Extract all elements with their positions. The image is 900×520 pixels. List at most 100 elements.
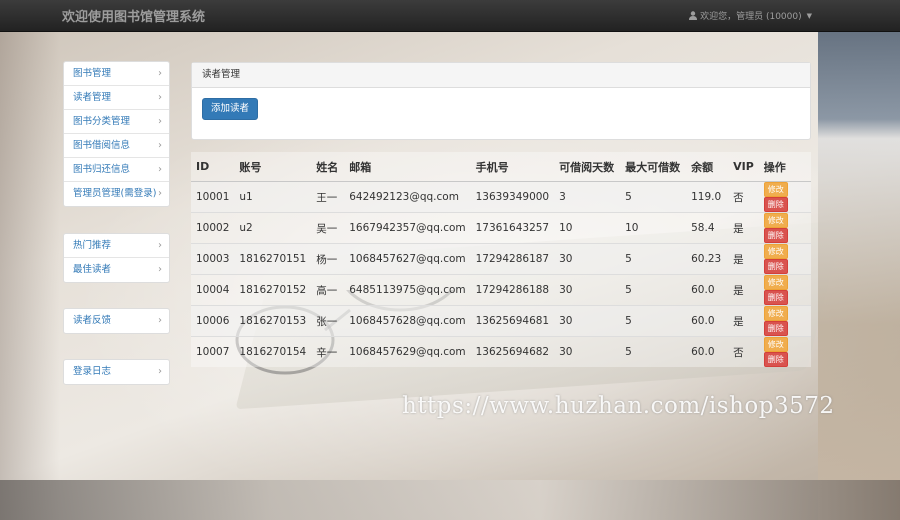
- delete-button[interactable]: 删除: [763, 352, 788, 367]
- edit-button[interactable]: 修改: [763, 213, 788, 228]
- reader-table: ID 账号 姓名 邮箱 手机号 可借阅天数 最大可借数 余额 VIP 操作 10…: [191, 152, 811, 367]
- cell-vip: 否: [728, 181, 759, 213]
- user-menu-label: 欢迎您，管理员 (10000): [700, 12, 802, 22]
- sidebar-item-book-management[interactable]: 图书管理 ›: [64, 62, 169, 86]
- sidebar-group-log: 登录日志 ›: [63, 359, 170, 385]
- cell-actions: 修改删除: [758, 305, 811, 337]
- chevron-right-icon: ›: [158, 116, 162, 127]
- cell-actions: 修改删除: [758, 181, 811, 213]
- cell-balance: 60.23: [686, 243, 729, 275]
- cell-actions: 修改删除: [758, 336, 811, 367]
- sidebar-item-label: 最佳读者: [73, 264, 112, 275]
- sidebar-group-feedback: 读者反馈 ›: [63, 308, 170, 334]
- chevron-right-icon: ›: [158, 164, 162, 175]
- cell-phone: 17294286188: [470, 274, 555, 306]
- column-header-max: 最大可借数: [620, 152, 687, 182]
- cell-account: u2: [234, 212, 312, 244]
- cell-email: 1068457627@qq.com: [344, 243, 471, 275]
- sidebar-item-hot-recommend[interactable]: 热门推荐 ›: [64, 234, 169, 258]
- table-row: 10003 1816270151 杨一 1068457627@qq.com 172942…: [191, 243, 811, 275]
- sidebar-item-category-management[interactable]: 图书分类管理 ›: [64, 110, 169, 134]
- sidebar-item-admin-management[interactable]: 管理员管理(需登录) ›: [64, 182, 169, 206]
- table-row: 10004 1816270152 高一 6485113975@qq.com 172942…: [191, 274, 811, 306]
- cell-id: 10003: [191, 243, 235, 275]
- cell-max: 5: [620, 336, 687, 367]
- caret-down-icon: ▼: [806, 11, 812, 20]
- table-row: 10006 1816270153 张一 1068457628@qq.com 136256…: [191, 305, 811, 337]
- cell-id: 10006: [191, 305, 235, 337]
- cell-email: 642492123@qq.com: [344, 181, 471, 213]
- cell-email: 1667942357@qq.com: [344, 212, 471, 244]
- chevron-right-icon: ›: [158, 140, 162, 151]
- cell-days: 30: [554, 305, 621, 337]
- cell-account: 1816270151: [234, 243, 312, 275]
- sidebar-item-return-info[interactable]: 图书归还信息 ›: [64, 158, 169, 182]
- sidebar-item-label: 登录日志: [73, 366, 112, 377]
- delete-button[interactable]: 删除: [763, 321, 788, 336]
- user-icon: [689, 11, 698, 20]
- cell-days: 30: [554, 243, 621, 275]
- cell-balance: 119.0: [686, 181, 729, 213]
- cell-balance: 60.0: [686, 336, 729, 367]
- cell-phone: 17361643257: [470, 212, 555, 244]
- sidebar-item-borrow-info[interactable]: 图书借阅信息 ›: [64, 134, 169, 158]
- cell-vip: 是: [728, 305, 759, 337]
- sidebar-item-login-log[interactable]: 登录日志 ›: [64, 360, 169, 384]
- background-right-books: [818, 31, 900, 520]
- top-navbar: 欢迎使用图书馆管理系统 欢迎您，管理员 (10000) ▼: [0, 0, 900, 32]
- cell-name: 张一: [311, 305, 345, 337]
- edit-button[interactable]: 修改: [763, 337, 788, 352]
- cell-phone: 13639349000: [470, 181, 555, 213]
- table-row: 10007 1816270154 辛一 1068457629@qq.com 136256…: [191, 336, 811, 367]
- column-header-vip: VIP: [728, 152, 759, 182]
- delete-button[interactable]: 删除: [763, 290, 788, 305]
- cell-vip: 是: [728, 212, 759, 244]
- cell-phone: 13625694681: [470, 305, 555, 337]
- cell-account: 1816270154: [234, 336, 312, 367]
- cell-id: 10002: [191, 212, 235, 244]
- column-header-actions: 操作: [758, 152, 811, 182]
- reader-table-container: ID 账号 姓名 邮箱 手机号 可借阅天数 最大可借数 余额 VIP 操作 10…: [191, 152, 811, 367]
- cell-id: 10001: [191, 181, 235, 213]
- cell-name: 吴一: [311, 212, 345, 244]
- sidebar-item-best-reader[interactable]: 最佳读者 ›: [64, 258, 169, 282]
- cell-balance: 60.0: [686, 305, 729, 337]
- cell-name: 王一: [311, 181, 345, 213]
- sidebar-item-label: 读者管理: [73, 92, 112, 103]
- cell-actions: 修改删除: [758, 212, 811, 244]
- chevron-right-icon: ›: [158, 68, 162, 79]
- cell-phone: 13625694682: [470, 336, 555, 367]
- app-brand[interactable]: 欢迎使用图书馆管理系统: [62, 6, 205, 25]
- sidebar-item-reader-feedback[interactable]: 读者反馈 ›: [64, 309, 169, 333]
- delete-button[interactable]: 删除: [763, 197, 788, 212]
- background-shade-left: [0, 31, 60, 520]
- edit-button[interactable]: 修改: [763, 244, 788, 259]
- cell-days: 3: [554, 181, 621, 213]
- background-bottom: [0, 480, 900, 520]
- column-header-name: 姓名: [311, 152, 345, 182]
- edit-button[interactable]: 修改: [763, 275, 788, 290]
- sidebar-item-label: 图书借阅信息: [73, 140, 131, 151]
- cell-balance: 58.4: [686, 212, 729, 244]
- watermark-text: https://www.huzhan.com/ishop3572: [402, 393, 835, 419]
- cell-id: 10007: [191, 336, 235, 367]
- edit-button[interactable]: 修改: [763, 182, 788, 197]
- table-row: 10001 u1 王一 642492123@qq.com 13639349000 3 5 11…: [191, 181, 811, 213]
- add-reader-button[interactable]: 添加读者: [202, 98, 259, 120]
- cell-max: 5: [620, 305, 687, 337]
- sidebar-group-recommend: 热门推荐 › 最佳读者 ›: [63, 233, 170, 283]
- sidebar-item-reader-management[interactable]: 读者管理 ›: [64, 86, 169, 110]
- chevron-right-icon: ›: [158, 315, 162, 326]
- cell-vip: 是: [728, 243, 759, 275]
- sidebar-item-label: 热门推荐: [73, 240, 112, 251]
- user-menu[interactable]: 欢迎您，管理员 (10000) ▼: [689, 9, 812, 22]
- cell-account: 1816270153: [234, 305, 312, 337]
- delete-button[interactable]: 删除: [763, 228, 788, 243]
- cell-vip: 是: [728, 274, 759, 306]
- cell-balance: 60.0: [686, 274, 729, 306]
- cell-id: 10004: [191, 274, 235, 306]
- edit-button[interactable]: 修改: [763, 306, 788, 321]
- delete-button[interactable]: 删除: [763, 259, 788, 274]
- table-row: 10002 u2 吴一 1667942357@qq.com 17361643257 10 1…: [191, 212, 811, 244]
- cell-email: 1068457629@qq.com: [344, 336, 471, 367]
